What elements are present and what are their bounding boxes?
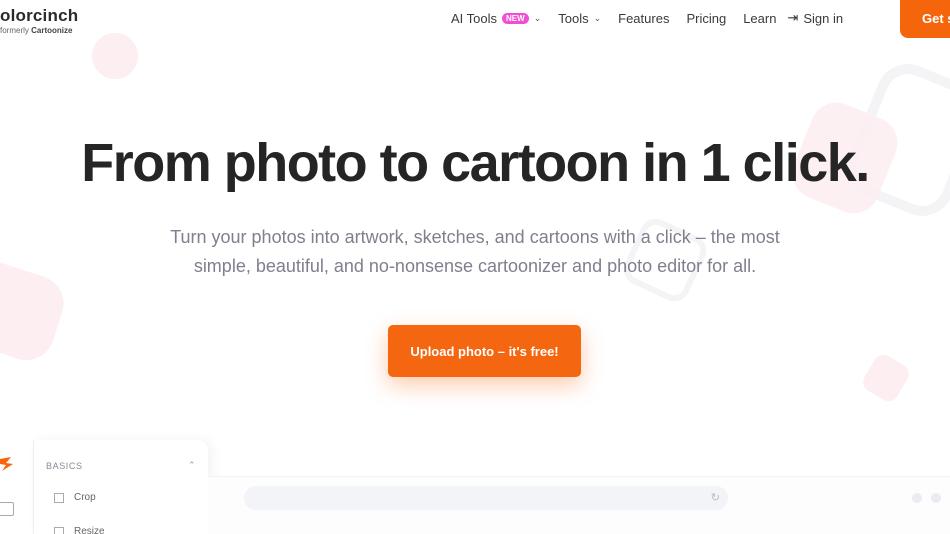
- hero-subtitle: Turn your photos into artwork, sketches,…: [170, 227, 780, 276]
- decor-blob-left: [0, 254, 71, 368]
- nav-ai-tools[interactable]: AI Tools NEW ⌄: [451, 11, 541, 26]
- tool-resize[interactable]: Resize: [54, 526, 105, 534]
- image-icon[interactable]: [0, 502, 14, 516]
- new-badge: NEW: [502, 12, 529, 24]
- site-header: olorcinch formerly Cartoonize AI Tools N…: [0, 0, 950, 40]
- brand-logo[interactable]: olorcinch formerly Cartoonize: [0, 6, 78, 36]
- brand-sub-prefix: formerly: [0, 26, 29, 35]
- preview-url-bar: ↻: [244, 486, 728, 510]
- brand-sub-name: Cartoonize: [31, 26, 73, 35]
- nav-learn-label: Learn: [743, 10, 777, 26]
- nav-pricing[interactable]: Pricing: [686, 11, 726, 26]
- get-started-button[interactable]: Get s: [900, 0, 950, 38]
- chevron-down-icon: ⌄: [593, 12, 602, 23]
- brand-subtitle: formerly Cartoonize: [0, 26, 78, 36]
- chevron-down-icon: ⌄: [533, 12, 542, 23]
- reload-icon: ↻: [710, 492, 720, 504]
- tool-crop-label: Crop: [74, 492, 96, 503]
- upload-photo-button[interactable]: Upload photo – it's free!: [388, 325, 581, 377]
- sign-in-label: Sign in: [803, 10, 844, 26]
- window-dot: [912, 493, 922, 503]
- tool-resize-label: Resize: [74, 526, 105, 534]
- editor-rail: [0, 440, 34, 534]
- decor-triangle: [859, 351, 913, 405]
- nav-tools-label: Tools: [558, 10, 589, 26]
- sign-in-link[interactable]: ⇥ Sign in: [787, 10, 843, 26]
- nav-ai-tools-label: AI Tools: [451, 10, 498, 26]
- tools-panel: BASICS ⌃ Crop Resize: [34, 440, 208, 534]
- resize-icon: [54, 526, 64, 534]
- sign-in-icon: ⇥: [787, 10, 799, 25]
- brand-logo-icon: [0, 457, 13, 471]
- nav-tools[interactable]: Tools ⌄: [558, 11, 601, 26]
- nav-pricing-label: Pricing: [686, 10, 727, 26]
- brand-name: olorcinch: [0, 6, 79, 25]
- nav-features[interactable]: Features: [618, 11, 669, 26]
- nav-features-label: Features: [618, 10, 670, 26]
- window-dot: [931, 493, 941, 503]
- crop-icon: [54, 492, 64, 503]
- tool-crop[interactable]: Crop: [54, 492, 96, 503]
- section-basics: BASICS: [46, 461, 83, 471]
- main-nav: AI Tools NEW ⌄ Tools ⌄ Features Pricing …: [451, 10, 860, 26]
- chevron-up-icon[interactable]: ⌃: [188, 460, 196, 471]
- nav-learn[interactable]: Learn: [743, 11, 776, 26]
- hero-title: From photo to cartoon in 1 click.: [81, 133, 870, 193]
